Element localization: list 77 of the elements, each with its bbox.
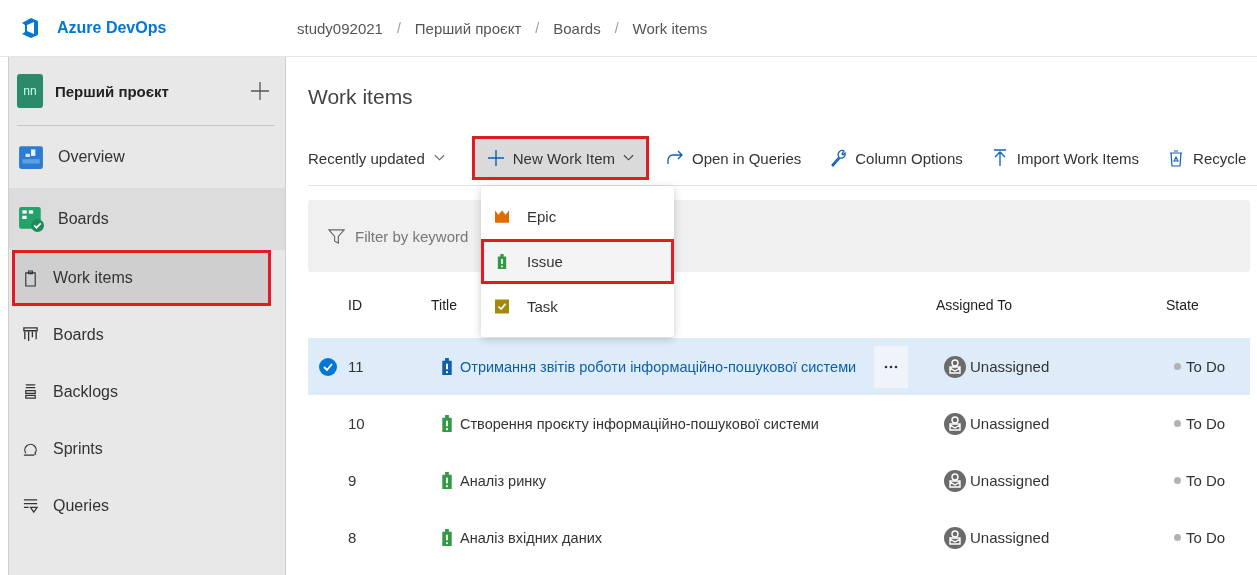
boards-icon bbox=[18, 206, 44, 232]
menu-item[interactable]: Issue bbox=[481, 239, 674, 284]
breadcrumb-separator: / bbox=[396, 20, 401, 36]
product-name[interactable]: Azure DevOps bbox=[57, 19, 167, 37]
breadcrumb-separator: / bbox=[614, 20, 619, 36]
redo-arrow-icon bbox=[666, 149, 684, 167]
state-dot-icon bbox=[1174, 477, 1181, 484]
table-row[interactable]: 10 Створення проєкту інформаційно-пошукової системи Unassigned To Do bbox=[308, 395, 1250, 452]
sidebar-item[interactable]: Overview bbox=[9, 126, 285, 188]
assignee: Unassigned bbox=[970, 529, 1050, 546]
toolbar-button[interactable]: Recycle bbox=[1159, 139, 1255, 177]
sidebar-item[interactable]: Backlogs bbox=[9, 363, 285, 420]
breadcrumb-link[interactable]: Перший проєкт bbox=[414, 19, 522, 37]
chevron-down-icon bbox=[433, 154, 445, 162]
toolbar-button[interactable]: Open in Queries bbox=[658, 139, 810, 177]
state-dot-icon bbox=[1174, 363, 1181, 370]
breadcrumb-separator: / bbox=[535, 20, 540, 36]
id-cell-text: 11 bbox=[348, 358, 365, 375]
plus-icon bbox=[486, 149, 505, 167]
issue-icon bbox=[442, 358, 452, 375]
table-row[interactable]: 11 Отримання звітів роботи інформаційно-пошукової системи Unassigned To Do bbox=[308, 338, 1250, 395]
toolbar-button[interactable]: New Work Item bbox=[474, 139, 646, 177]
sidebar-item[interactable]: Boards bbox=[9, 306, 285, 363]
state-label: To Do bbox=[1186, 472, 1226, 489]
id-cell-text: 10 bbox=[348, 415, 366, 432]
backlog-icon bbox=[22, 383, 39, 400]
toolbar-button[interactable]: Column Options bbox=[821, 139, 971, 177]
column-header[interactable]: Assigned To bbox=[936, 297, 1012, 313]
table-row[interactable]: 9 Аналіз ринку Unassigned To Do bbox=[308, 452, 1250, 509]
sidebar-item[interactable]: Queries bbox=[9, 477, 285, 534]
assignee: Unassigned bbox=[970, 472, 1050, 489]
breadcrumb-link[interactable]: Boards bbox=[553, 19, 601, 37]
user-icon bbox=[944, 412, 966, 435]
sidebar-item[interactable]: Work items bbox=[12, 250, 271, 306]
state-dot-icon bbox=[1174, 534, 1181, 541]
menu-item[interactable]: Task bbox=[481, 284, 674, 329]
state-label: To Do bbox=[1186, 529, 1226, 546]
query-icon bbox=[22, 497, 39, 514]
add-icon[interactable] bbox=[251, 82, 269, 100]
work-item-title[interactable]: Аналіз вхідних даних bbox=[460, 529, 602, 546]
table-row[interactable]: 8 Аналіз вхідних даних Unassigned To Do bbox=[308, 509, 1250, 566]
work-item-title[interactable]: Отримання звітів роботи інформаційно-пошукової системи bbox=[460, 358, 857, 375]
filter-icon bbox=[328, 227, 345, 245]
wrench-icon bbox=[829, 149, 848, 167]
toolbar-button[interactable]: Import Work Items bbox=[982, 139, 1148, 177]
issue-icon bbox=[442, 529, 452, 546]
issue-icon bbox=[442, 415, 452, 432]
work-item-title[interactable]: Створення проєкту інформаційно-пошукової системи bbox=[460, 415, 819, 432]
state-label: To Do bbox=[1186, 358, 1226, 375]
id-cell-text: 8 bbox=[348, 529, 358, 546]
clipboard-icon bbox=[22, 269, 39, 287]
sidebar-item[interactable]: Sprints bbox=[9, 420, 285, 477]
issue-icon bbox=[442, 472, 452, 489]
project-name[interactable]: Перший проєкт bbox=[55, 82, 251, 100]
sidebar-item[interactable]: Boards bbox=[9, 188, 285, 250]
page-title: Work items bbox=[308, 85, 414, 110]
overview-icon bbox=[18, 144, 44, 170]
work-item-title[interactable]: Аналіз ринку bbox=[460, 472, 547, 489]
column-header[interactable]: ID bbox=[348, 297, 362, 313]
state-dot-icon bbox=[1174, 420, 1181, 427]
breadcrumb-link[interactable]: Work items bbox=[632, 19, 708, 37]
column-header[interactable]: State bbox=[1166, 297, 1199, 313]
assignee: Unassigned bbox=[970, 415, 1050, 432]
id-cell-text: 9 bbox=[348, 472, 358, 489]
chevron-down-icon bbox=[623, 154, 634, 162]
user-icon bbox=[944, 355, 966, 378]
user-icon bbox=[944, 526, 966, 549]
breadcrumb-link[interactable]: study092021 bbox=[297, 19, 383, 37]
column-header[interactable]: Title bbox=[431, 297, 457, 313]
checkmark-icon bbox=[319, 357, 337, 376]
sort-dropdown[interactable]: Recently updated bbox=[308, 149, 445, 167]
state-label: To Do bbox=[1186, 415, 1226, 432]
more-icon bbox=[884, 364, 899, 369]
assignee: Unassigned bbox=[970, 358, 1050, 375]
board-grid-icon bbox=[22, 326, 39, 343]
project-avatar: nn bbox=[17, 74, 43, 108]
user-icon bbox=[944, 469, 966, 492]
